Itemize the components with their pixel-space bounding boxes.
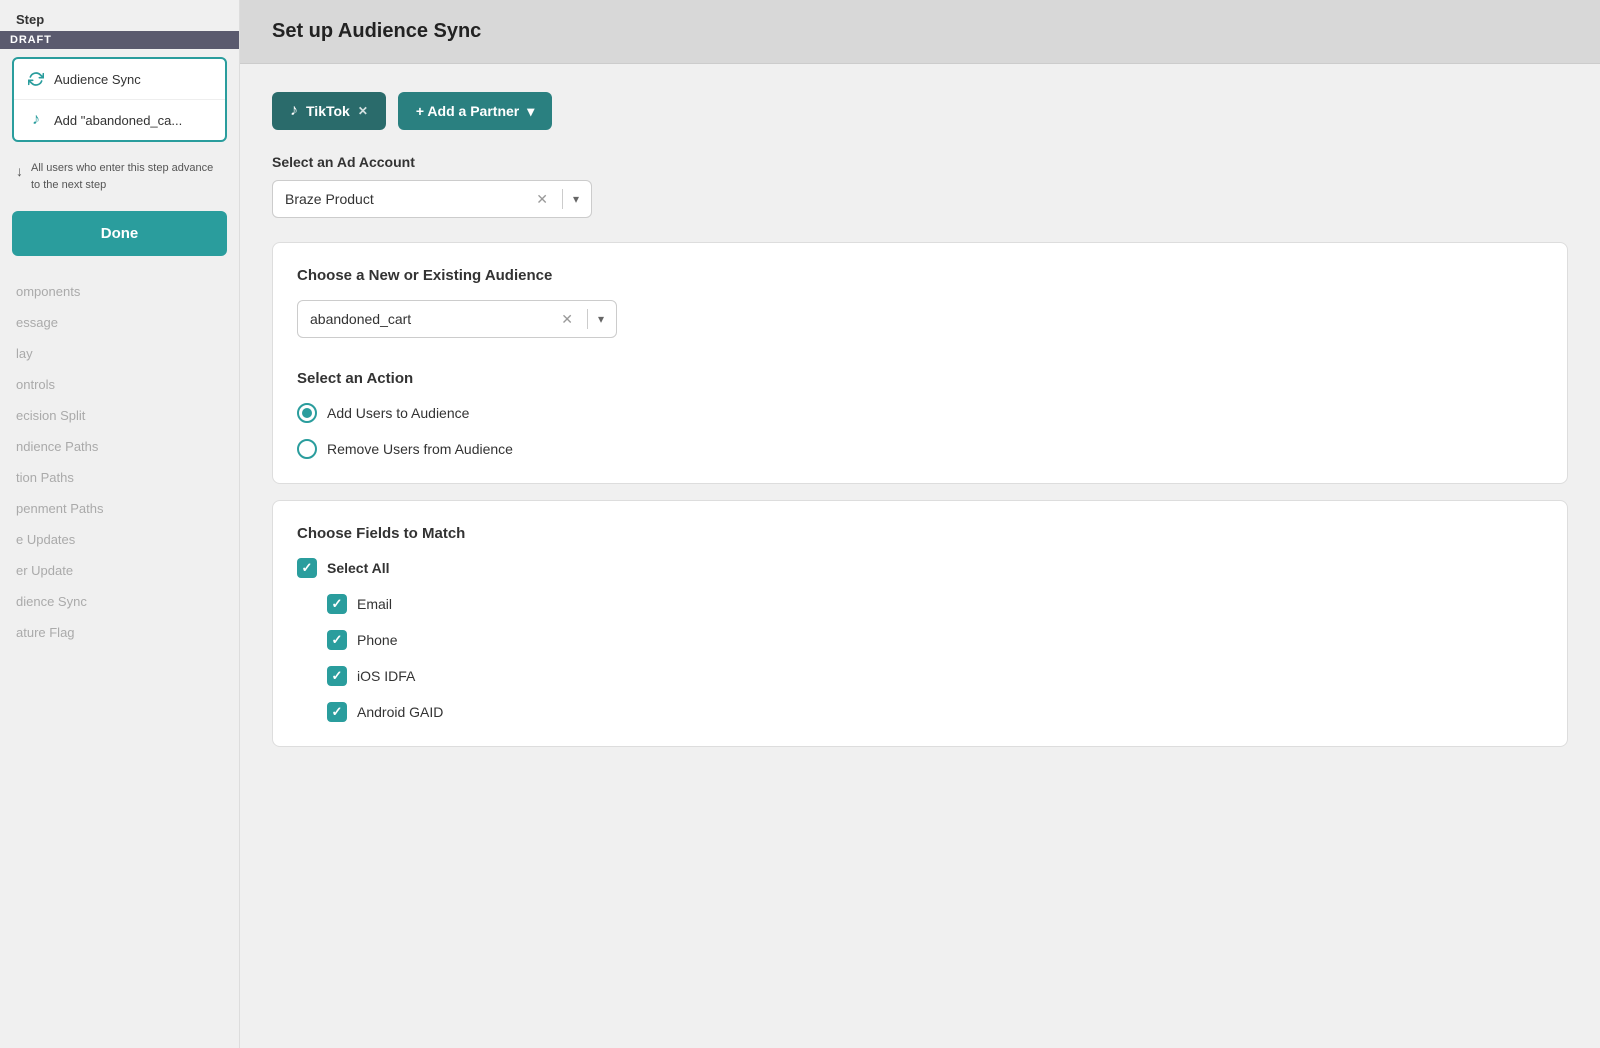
fields-checkbox-group: ✓ Select All ✓ Email ✓ (297, 558, 1543, 722)
arrow-down-icon: ↓ (16, 161, 23, 182)
sidebar-nav-components[interactable]: omponents (0, 276, 239, 307)
checkbox-email-box: ✓ (327, 594, 347, 614)
tiktok-logo-icon: ♪ (290, 102, 298, 120)
sidebar-nav-action-paths[interactable]: tion Paths (0, 462, 239, 493)
action-section-title: Select an Action (297, 370, 1543, 387)
main-content: Set up Audience Sync ♪ TikTok ✕ + Add a … (240, 0, 1600, 1048)
action-radio-group: Add Users to Audience Remove Users from … (297, 403, 1543, 459)
fields-card: Choose Fields to Match ✓ Select All ✓ E (272, 500, 1568, 747)
sidebar-item-add-abandoned[interactable]: ♪ Add "abandoned_ca... (14, 100, 225, 140)
tiktok-button-label: TikTok (306, 103, 350, 119)
tiktok-icon-small: ♪ (26, 110, 46, 130)
ad-account-arrow-icon[interactable]: ▾ (573, 192, 579, 206)
audience-sync-label: Audience Sync (54, 72, 141, 87)
audience-value: abandoned_cart (310, 311, 561, 327)
radio-add-users-label: Add Users to Audience (327, 405, 469, 421)
sidebar-nav-decision-split[interactable]: ecision Split (0, 400, 239, 431)
sidebar: Step DRAFT Audience Sync ♪ Add "abandone… (0, 0, 240, 1048)
ad-account-select[interactable]: Braze Product ✕ ▾ (272, 180, 592, 218)
audience-card: Choose a New or Existing Audience abando… (272, 242, 1568, 484)
ad-account-label: Select an Ad Account (272, 154, 1568, 170)
checkbox-select-all-box: ✓ (297, 558, 317, 578)
sidebar-info: ↓ All users who enter this step advance … (0, 150, 239, 203)
checkbox-ios-idfa-check: ✓ (332, 668, 343, 684)
fields-sub-group: ✓ Email ✓ Phone ✓ iOS IDFA (297, 594, 1543, 722)
checkbox-phone-check: ✓ (332, 632, 343, 648)
audience-clear-icon[interactable]: ✕ (561, 311, 573, 328)
add-partner-arrow-icon: ▾ (527, 103, 534, 120)
checkbox-ios-idfa-label: iOS IDFA (357, 668, 415, 684)
ad-account-section: Select an Ad Account Braze Product ✕ ▾ (272, 154, 1568, 242)
sidebar-nav-experiment-paths[interactable]: penment Paths (0, 493, 239, 524)
audience-select[interactable]: abandoned_cart ✕ ▾ (297, 300, 617, 338)
fields-card-title: Choose Fields to Match (297, 525, 1543, 542)
checkbox-android-gaid-check: ✓ (332, 704, 343, 720)
sidebar-nav-message[interactable]: essage (0, 307, 239, 338)
radio-remove-users-label: Remove Users from Audience (327, 441, 513, 457)
partner-row: ♪ TikTok ✕ + Add a Partner ▾ (272, 92, 1568, 130)
main-body: ♪ TikTok ✕ + Add a Partner ▾ Select an A… (240, 64, 1600, 1048)
sidebar-nav-delay[interactable]: lay (0, 338, 239, 369)
sync-icon (26, 69, 46, 89)
radio-remove-users[interactable]: Remove Users from Audience (297, 439, 1543, 459)
audience-card-title: Choose a New or Existing Audience (297, 267, 1543, 284)
tiktok-partner-button[interactable]: ♪ TikTok ✕ (272, 92, 386, 130)
checkbox-phone[interactable]: ✓ Phone (327, 630, 1543, 650)
ad-account-value: Braze Product (285, 191, 536, 207)
checkbox-ios-idfa-box: ✓ (327, 666, 347, 686)
draft-badge: DRAFT (0, 31, 239, 49)
select-divider (562, 189, 563, 209)
checkbox-phone-label: Phone (357, 632, 397, 648)
checkbox-email-label: Email (357, 596, 392, 612)
done-button[interactable]: Done (12, 211, 227, 256)
checkbox-select-all-check: ✓ (302, 560, 313, 576)
step-item-container: Audience Sync ♪ Add "abandoned_ca... (12, 57, 227, 142)
sidebar-info-text: All users who enter this step advance to… (31, 160, 223, 193)
sidebar-item-audience-sync[interactable]: Audience Sync (14, 59, 225, 100)
checkbox-android-gaid[interactable]: ✓ Android GAID (327, 702, 1543, 722)
sidebar-nav-user-update[interactable]: er Update (0, 555, 239, 586)
tiktok-close-icon[interactable]: ✕ (358, 104, 368, 118)
checkbox-android-gaid-label: Android GAID (357, 704, 443, 720)
step-label: Step (0, 0, 239, 31)
sidebar-nav-feature-flag[interactable]: ature Flag (0, 617, 239, 648)
ad-account-clear-icon[interactable]: ✕ (536, 191, 548, 208)
checkbox-email-check: ✓ (332, 596, 343, 612)
add-partner-button[interactable]: + Add a Partner ▾ (398, 92, 552, 130)
sidebar-nav-user-updates[interactable]: e Updates (0, 524, 239, 555)
action-section: Select an Action Add Users to Audience R… (297, 370, 1543, 459)
main-header: Set up Audience Sync (240, 0, 1600, 64)
page-title: Set up Audience Sync (272, 20, 1568, 43)
radio-add-users-inner (302, 408, 312, 418)
checkbox-phone-box: ✓ (327, 630, 347, 650)
add-partner-label: + Add a Partner (416, 103, 519, 119)
checkbox-select-all-label: Select All (327, 560, 390, 576)
radio-remove-users-outer (297, 439, 317, 459)
checkbox-android-gaid-box: ✓ (327, 702, 347, 722)
checkbox-select-all[interactable]: ✓ Select All (297, 558, 1543, 578)
radio-add-users-outer (297, 403, 317, 423)
sidebar-nav-audience-paths[interactable]: ndience Paths (0, 431, 239, 462)
checkbox-ios-idfa[interactable]: ✓ iOS IDFA (327, 666, 1543, 686)
sidebar-nav-controls[interactable]: ontrols (0, 369, 239, 400)
checkbox-email[interactable]: ✓ Email (327, 594, 1543, 614)
audience-select-divider (587, 309, 588, 329)
add-abandoned-label: Add "abandoned_ca... (54, 113, 182, 128)
radio-add-users[interactable]: Add Users to Audience (297, 403, 1543, 423)
sidebar-nav-audience-sync[interactable]: dience Sync (0, 586, 239, 617)
audience-arrow-icon[interactable]: ▾ (598, 312, 604, 326)
sidebar-nav-group: omponents essage lay ontrols ecision Spl… (0, 276, 239, 648)
